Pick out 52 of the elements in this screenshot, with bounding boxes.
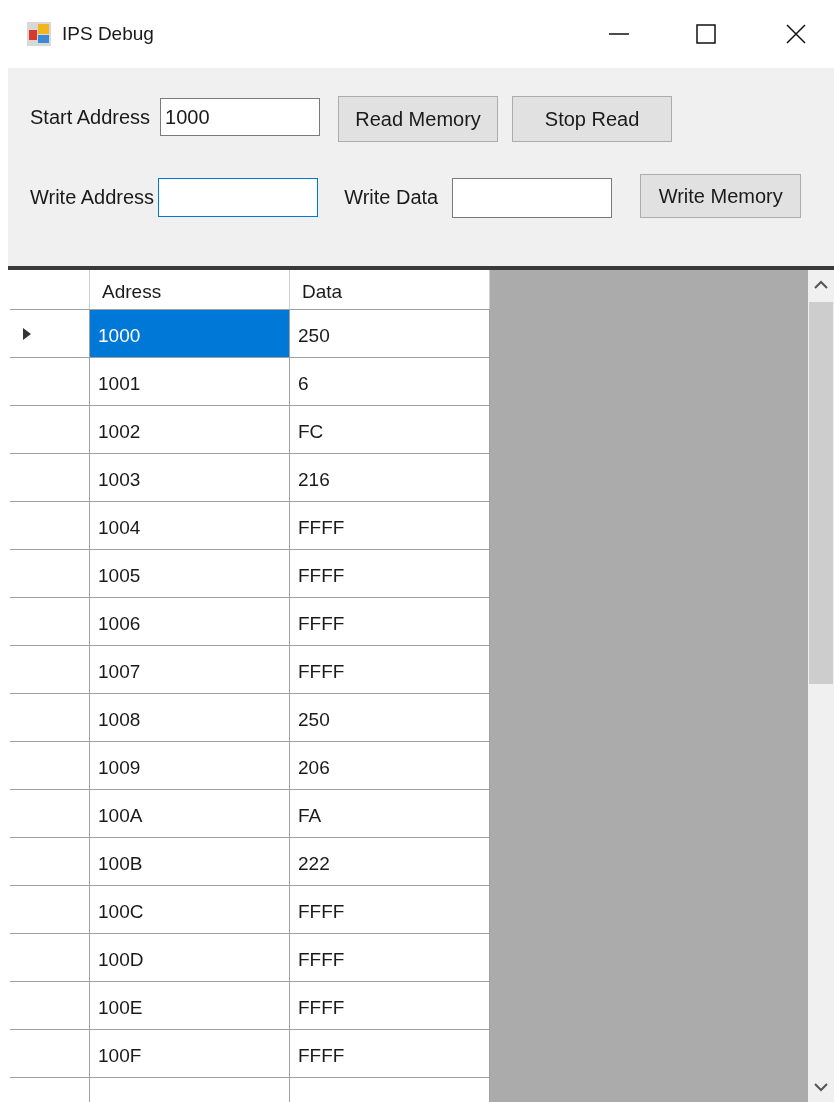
table-cell: 216 [290,454,490,502]
table-cell: 6 [290,358,490,406]
scroll-thumb[interactable] [809,302,833,684]
table-cell: 222 [290,838,490,886]
table-cell: 100C [90,886,290,934]
start-address-field[interactable]: 1000 [160,98,321,136]
table-cell: 100B [90,838,290,886]
write-address-label: Write Address [30,185,155,210]
table-cell: FA [290,790,490,838]
table-cell: FFFF [290,550,490,598]
table-cell: 1002 [90,406,290,454]
table-cell: 250 [290,310,490,358]
table-cell: 1007 [90,646,290,694]
column-header[interactable]: Adress [90,270,290,309]
scroll-down-icon[interactable] [814,1082,828,1092]
table-cell: FC [290,406,490,454]
table-cell: 1009 [90,742,290,790]
read-memory-button[interactable]: Read Memory [338,96,499,142]
app-icon [26,21,52,47]
write-memory-button[interactable]: Write Memory [640,174,802,218]
write-data-field[interactable] [452,178,613,218]
table-cell: 1004 [90,502,290,550]
table-cell: FFFF [290,646,490,694]
maximize-icon[interactable] [696,24,716,44]
write-address-field[interactable] [158,178,319,217]
table-cell: 1005 [90,550,290,598]
table-cell: 1008 [90,694,290,742]
scrollbar[interactable] [808,270,834,1102]
write-data-label: Write Data [344,185,439,210]
table-cell: 1003 [90,454,290,502]
table-cell: 100D [90,934,290,982]
start-address-label: Start Address [30,105,151,130]
table-cell: 1006 [90,598,290,646]
table-cell: 206 [290,742,490,790]
table-cell: FFFF [290,1030,490,1078]
current-row-icon [22,326,32,341]
column-header[interactable]: Data [290,270,490,309]
table-cell: 250 [290,694,490,742]
table-cell: FFFF [290,886,490,934]
table-cell: 1001 [90,358,290,406]
table-cell: 1000 [90,310,290,358]
table-cell: 100A [90,790,290,838]
table-cell: FFFF [290,982,490,1030]
close-icon[interactable] [786,24,806,44]
table-cell: FFFF [290,934,490,982]
table-cell: 100F [90,1030,290,1078]
stop-read-button[interactable]: Stop Read [512,96,673,142]
table-cell: FFFF [290,502,490,550]
table-cell: FFFF [290,598,490,646]
table-cell: 100E [90,982,290,1030]
window-title: IPS Debug [62,21,154,46]
scroll-up-icon[interactable] [814,280,828,290]
